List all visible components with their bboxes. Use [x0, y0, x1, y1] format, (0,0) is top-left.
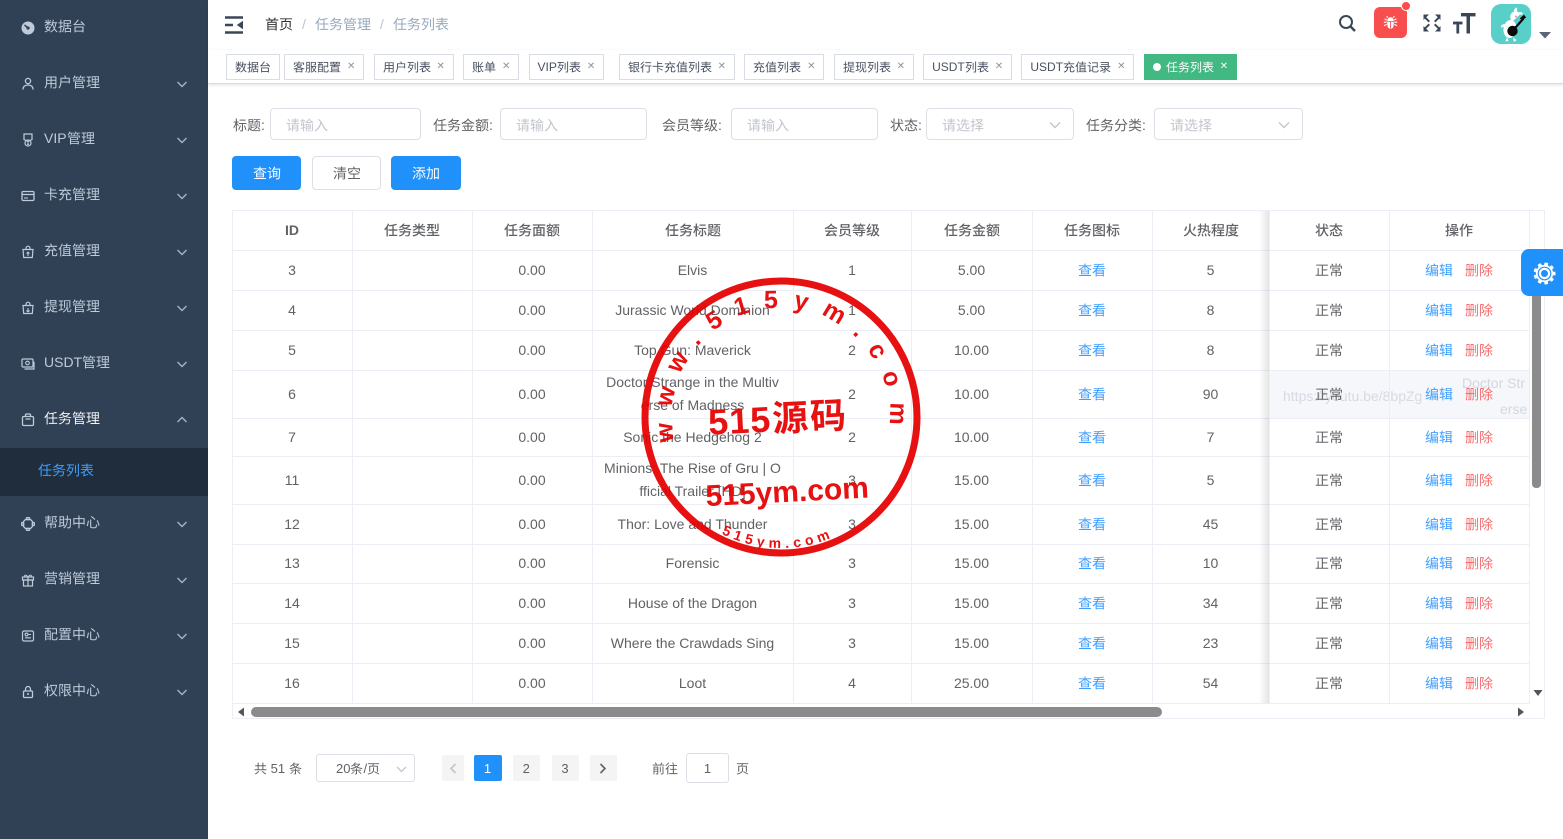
svg-text:515ym.com: 515ym.com [705, 472, 870, 514]
svg-text:www.515ym.com: www.515ym.com [649, 286, 912, 445]
svg-text:515: 515 [707, 399, 772, 443]
